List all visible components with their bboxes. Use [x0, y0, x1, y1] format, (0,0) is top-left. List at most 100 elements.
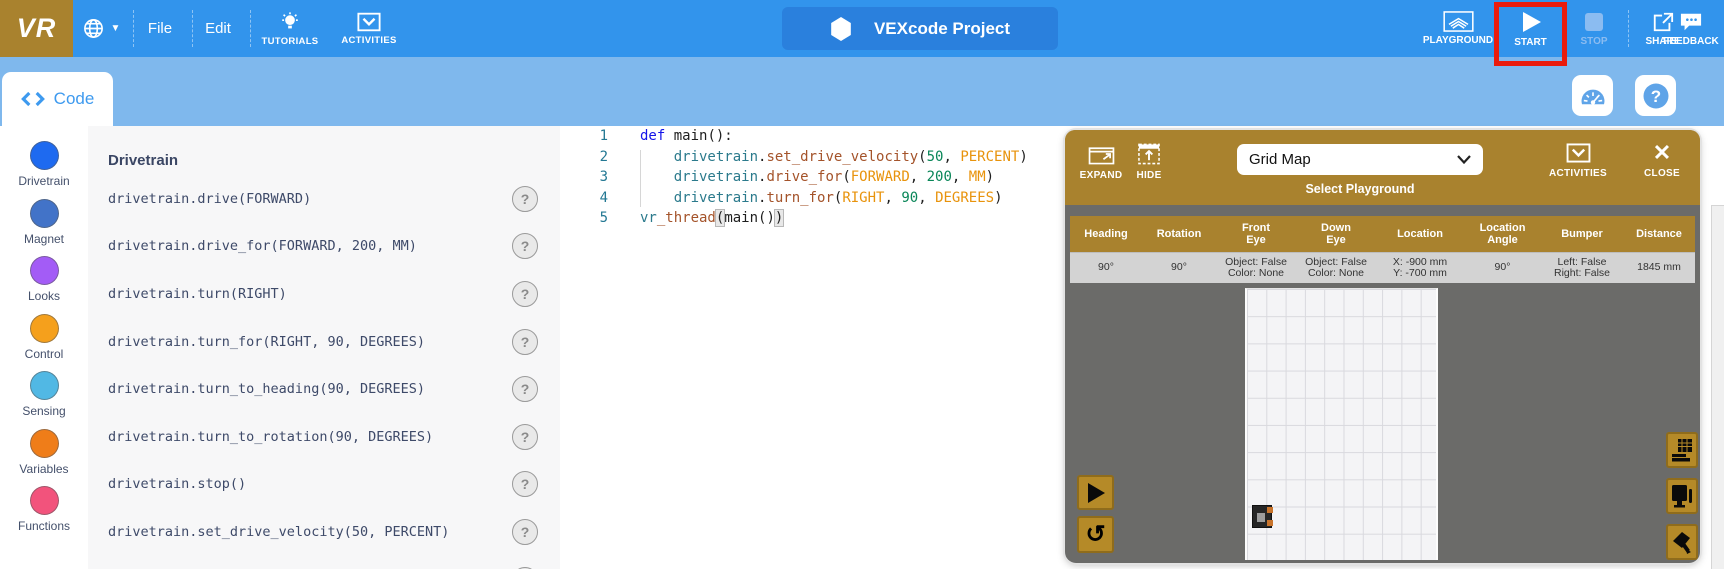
command-text[interactable]: drivetrain.turn(RIGHT): [108, 286, 512, 302]
control-category-icon: [30, 314, 59, 343]
svg-text:?: ?: [1650, 87, 1660, 106]
code-token: [640, 149, 674, 165]
help-button[interactable]: ?: [512, 471, 538, 497]
dashboard-value-cell: 1845 mm: [1623, 252, 1695, 283]
sensor-dashboard-table: HeadingRotationFront EyeDown EyeLocation…: [1070, 216, 1695, 283]
activities-button[interactable]: ACTIVITIES: [330, 0, 408, 57]
reset-icon: ↺: [1085, 523, 1105, 547]
functions-category-icon: [30, 486, 59, 515]
code-editor[interactable]: 1def main():2 drivetrain.set_drive_veloc…: [560, 126, 1065, 569]
dashboard-column-header: Heading: [1070, 216, 1142, 252]
playground-play-button[interactable]: [1077, 475, 1114, 510]
code-token: ,: [910, 169, 927, 185]
playground-activities-button[interactable]: ACTIVITIES: [1543, 143, 1613, 179]
code-token: ,: [952, 169, 969, 185]
command-list-row: drivetrain.turn_for(RIGHT, 90, DEGREES)?: [88, 318, 560, 366]
code-text: def main():: [608, 126, 733, 147]
command-text[interactable]: drivetrain.turn_to_rotation(90, DEGREES): [108, 429, 512, 445]
code-token: 50: [927, 149, 944, 165]
code-token: DEGREES: [935, 190, 994, 206]
help-button[interactable]: ?: [512, 519, 538, 545]
code-line: 4 drivetrain.turn_for(RIGHT, 90, DEGREES…: [560, 188, 1065, 209]
sidebar-item-variables[interactable]: Variables: [0, 429, 88, 487]
command-list-panel: Drivetrain drivetrain.drive(FORWARD)?dri…: [88, 126, 560, 569]
gauge-button[interactable]: [1572, 75, 1613, 116]
dashboard-value-cell: Left: False Right: False: [1541, 252, 1623, 283]
expand-button[interactable]: EXPAND: [1075, 143, 1127, 181]
code-line: 2 drivetrain.set_drive_velocity(50, PERC…: [560, 147, 1065, 168]
command-text[interactable]: drivetrain.turn_for(RIGHT, 90, DEGREES): [108, 334, 512, 350]
playground-button[interactable]: PLAYGROUND: [1410, 0, 1506, 57]
stop-icon: [1583, 11, 1605, 33]
sidebar-item-looks[interactable]: Looks: [0, 256, 88, 314]
code-token: (: [918, 149, 926, 165]
code-token: drive_for: [766, 169, 842, 185]
vertical-scrollbar[interactable]: [1711, 205, 1724, 569]
dashboard-value-cell: Object: False Color: None: [1216, 252, 1296, 283]
line-number: 1: [560, 126, 608, 147]
code-token: drivetrain: [674, 169, 758, 185]
line-number: 4: [560, 188, 608, 209]
project-name-button[interactable]: VEXcode Project: [782, 7, 1058, 50]
sidebar-item-drivetrain[interactable]: Drivetrain: [0, 141, 88, 199]
command-list-header: Drivetrain: [88, 126, 560, 169]
looks-category-icon: [30, 256, 59, 285]
command-text[interactable]: drivetrain.stop(): [108, 476, 512, 492]
playground-icon: [1443, 11, 1474, 32]
help-button[interactable]: ?: [512, 424, 538, 450]
command-text[interactable]: drivetrain.turn_to_heading(90, DEGREES): [108, 381, 512, 397]
playground-select[interactable]: Grid Map: [1237, 144, 1483, 175]
start-button[interactable]: START: [1503, 0, 1558, 57]
drivetrain-category-icon: [30, 141, 59, 170]
sidebar-item-control[interactable]: Control: [0, 314, 88, 372]
pen-tool-button[interactable]: [1666, 524, 1698, 560]
robot-config-button[interactable]: [1666, 478, 1698, 514]
command-text[interactable]: drivetrain.drive(FORWARD): [108, 191, 512, 207]
help-button[interactable]: ?: [512, 281, 538, 307]
feedback-bubble-icon: [1679, 11, 1703, 33]
playground-reset-button[interactable]: ↺: [1077, 516, 1114, 553]
code-brackets-icon: [21, 91, 45, 107]
help-button[interactable]: ?: [512, 186, 538, 212]
sidebar-item-functions[interactable]: Functions: [0, 486, 88, 544]
tutorials-button[interactable]: TUTORIALS: [255, 0, 325, 57]
command-text[interactable]: drivetrain.set_drive_velocity(50, PERCEN…: [108, 524, 512, 540]
code-token: ,: [918, 190, 935, 206]
code-token: _thread: [657, 210, 716, 226]
code-token: 90: [901, 190, 918, 206]
help-button[interactable]: ?: [512, 329, 538, 355]
help-button[interactable]: ?: [512, 233, 538, 259]
vr-robot[interactable]: [1252, 505, 1272, 528]
code-token: ): [994, 190, 1002, 206]
code-token: vr: [640, 210, 657, 226]
category-sidebar: Drivetrain Magnet LooksControlSensingVaria…: [0, 126, 88, 569]
dashboard-toggle-button[interactable]: [1666, 432, 1698, 468]
select-playground-label: Select Playground: [1237, 182, 1483, 196]
dashboard-value-cell: 90°: [1464, 252, 1541, 283]
dashboard-value-cell: 90°: [1142, 252, 1216, 283]
code-token: main():: [665, 128, 732, 144]
code-token: main(): [724, 210, 775, 226]
help-button[interactable]: ?: [1635, 75, 1676, 116]
pen-icon: [1670, 529, 1694, 555]
feedback-button[interactable]: FEEDBACK: [1658, 0, 1724, 57]
stop-button[interactable]: STOP: [1572, 0, 1616, 57]
code-token: turn_for: [766, 190, 833, 206]
command-list-row: ?: [88, 556, 560, 569]
tab-code[interactable]: Code: [2, 72, 113, 126]
command-list-row: drivetrain.set_drive_velocity(50, PERCEN…: [88, 508, 560, 556]
code-token: ,: [884, 190, 901, 206]
command-list-row: drivetrain.stop()?: [88, 461, 560, 509]
sidebar-item-magnet[interactable]: Magnet: [0, 199, 88, 257]
command-text[interactable]: drivetrain.drive_for(FORWARD, 200, MM): [108, 238, 512, 254]
code-token: ): [986, 169, 994, 185]
help-button[interactable]: ?: [512, 376, 538, 402]
hide-button[interactable]: HIDE: [1127, 143, 1171, 181]
language-menu[interactable]: ▼: [72, 0, 130, 57]
close-button[interactable]: ✕ CLOSE: [1635, 143, 1689, 179]
sidebar-item-sensing[interactable]: Sensing: [0, 371, 88, 429]
vr-logo: VR: [0, 0, 73, 57]
file-menu[interactable]: File: [136, 0, 184, 57]
sidebar-item-label: Magnet: [24, 232, 64, 246]
edit-menu[interactable]: Edit: [194, 0, 242, 57]
